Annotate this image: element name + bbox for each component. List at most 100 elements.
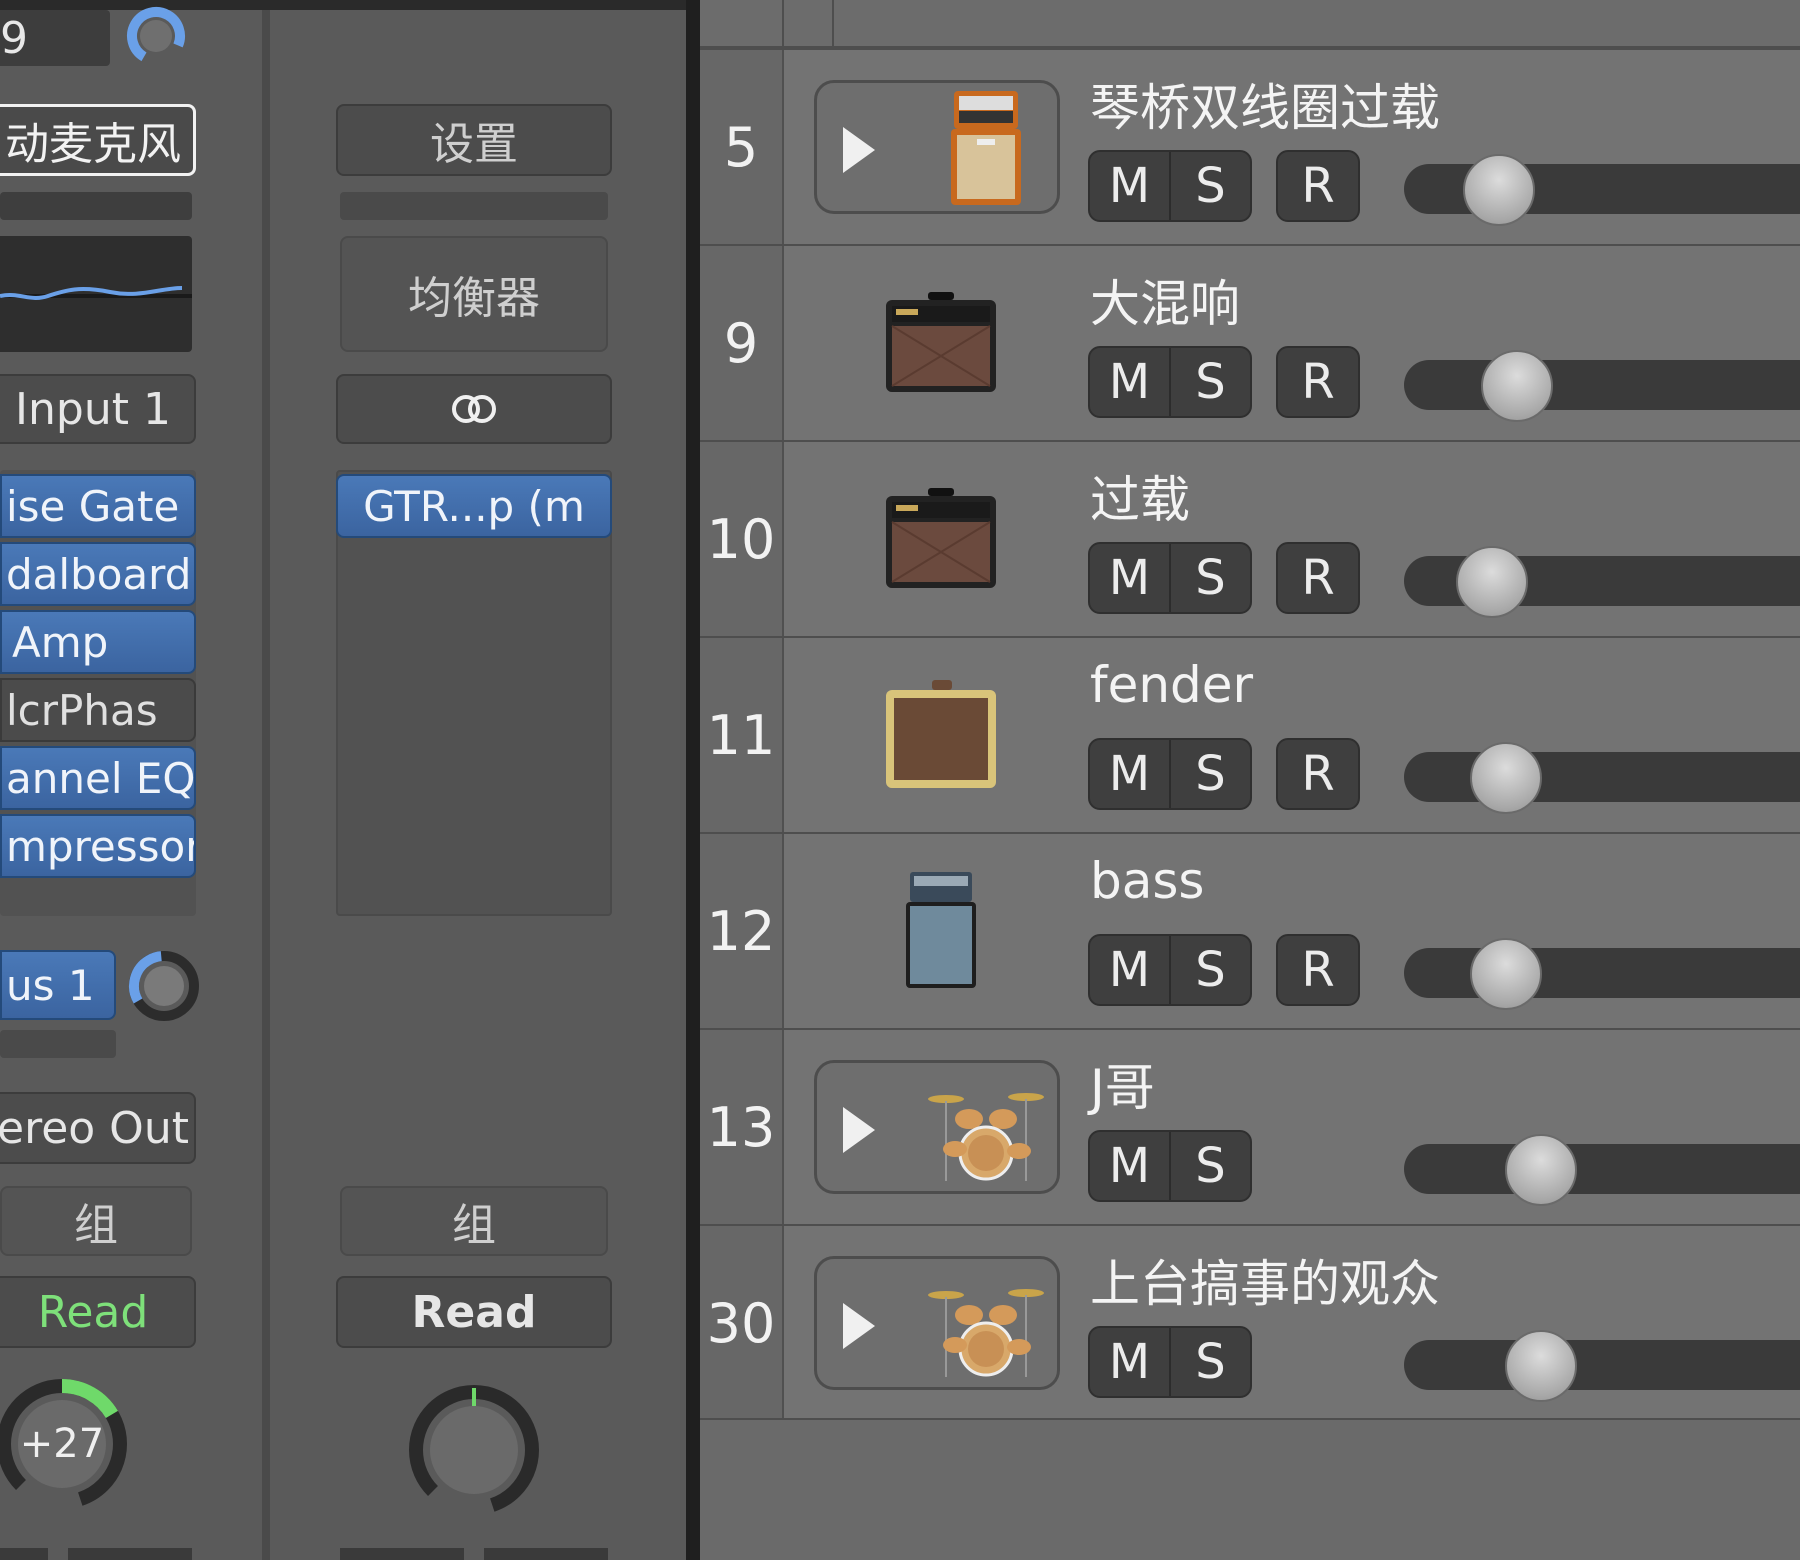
track-row[interactable]: 5 琴桥双线圈过载 M S R — [700, 48, 1800, 244]
stack-amp-icon — [921, 83, 1051, 213]
mute-button[interactable]: M — [1090, 740, 1171, 808]
solo-button[interactable]: S — [1171, 1132, 1250, 1200]
track-name[interactable]: fender — [1090, 656, 1253, 714]
mute-solo-group: M S — [1088, 1130, 1252, 1202]
channel-number[interactable]: 9 — [0, 10, 110, 66]
mute-button[interactable]: M — [1090, 1328, 1171, 1396]
eq-button[interactable]: 均衡器 — [340, 236, 608, 352]
automation-mode-button[interactable]: Read — [0, 1276, 196, 1348]
plugin-slot-channel-eq[interactable]: annel EQ — [0, 746, 196, 810]
track-row[interactable]: 9 大混响 M S R — [700, 244, 1800, 440]
track-row[interactable]: 11 fender M S R — [700, 636, 1800, 832]
solo-button[interactable]: S — [1171, 544, 1250, 612]
strip-divider — [262, 0, 270, 1560]
volume-fader-track[interactable] — [1404, 1340, 1800, 1390]
track-name[interactable]: 大混响 — [1090, 264, 1240, 336]
track-number[interactable]: 30 — [700, 1226, 784, 1420]
mute-button[interactable]: M — [1090, 936, 1171, 1004]
track-icon-box[interactable] — [814, 80, 1060, 214]
plugin-slot-gtr-amp[interactable]: GTR...p (m — [336, 474, 612, 538]
panel-divider[interactable] — [686, 0, 700, 1560]
track-number[interactable]: 11 — [700, 638, 784, 832]
track-icon-box[interactable] — [814, 1060, 1060, 1194]
record-enable-button[interactable]: R — [1276, 542, 1360, 614]
send-empty-slot[interactable] — [0, 1030, 116, 1058]
mute-button[interactable]: M — [1090, 544, 1171, 612]
output-button[interactable]: ereo Out — [0, 1092, 196, 1164]
send-level-knob[interactable] — [126, 948, 202, 1024]
mute-solo-group: M S — [1088, 934, 1252, 1006]
tweed-amp-icon[interactable] — [876, 668, 1006, 798]
track-header — [700, 0, 1800, 48]
track-row[interactable]: 13 J哥 M S — [700, 1028, 1800, 1224]
group-button[interactable]: 组 — [340, 1186, 608, 1256]
pan-knob[interactable]: +27 — [0, 1374, 132, 1514]
automation-mode-button[interactable]: Read — [336, 1276, 612, 1348]
track-number[interactable]: 10 — [700, 442, 784, 636]
track-row[interactable]: 12 bass M S R — [700, 832, 1800, 1028]
mute-button[interactable]: M — [1090, 348, 1171, 416]
track-name[interactable]: 琴桥双线圈过载 — [1090, 68, 1440, 140]
record-enable-button[interactable]: R — [1276, 934, 1360, 1006]
mute-button[interactable]: M — [1090, 152, 1171, 220]
record-enable-button[interactable]: R — [1276, 738, 1360, 810]
solo-button[interactable]: S — [1171, 1328, 1250, 1396]
record-enable-button[interactable]: R — [1276, 346, 1360, 418]
eq-thumbnail[interactable] — [0, 236, 192, 352]
input-device-button[interactable]: 动麦克风 — [0, 104, 196, 176]
track-name[interactable]: 过载 — [1090, 460, 1190, 532]
plugin-slot-microphaser[interactable]: lcrPhas — [0, 678, 196, 742]
bottom-button-stub[interactable] — [68, 1548, 192, 1560]
mute-solo-group: M S — [1088, 738, 1252, 810]
mute-button[interactable]: M — [1090, 1132, 1171, 1200]
volume-fader-track[interactable] — [1404, 752, 1800, 802]
solo-button[interactable]: S — [1171, 348, 1250, 416]
track-name[interactable]: bass — [1090, 852, 1204, 910]
stereo-link-button[interactable] — [336, 374, 612, 444]
track-number[interactable]: 12 — [700, 834, 784, 1028]
plugin-slot-pedalboard[interactable]: dalboard — [0, 542, 196, 606]
pan-knob[interactable] — [404, 1380, 544, 1520]
volume-fader-knob[interactable] — [1505, 1330, 1577, 1402]
track-row[interactable]: 10 过载 M S R — [700, 440, 1800, 636]
track-number[interactable]: 13 — [700, 1030, 784, 1224]
record-enable-button[interactable]: R — [1276, 150, 1360, 222]
plugin-slot-noise-gate[interactable]: ise Gate — [0, 474, 196, 538]
combo-amp-black-icon[interactable] — [876, 472, 1006, 602]
volume-fader-track[interactable] — [1404, 360, 1800, 410]
track-number[interactable]: 5 — [700, 50, 784, 244]
track-row[interactable]: 30 上台搞事的观众 M S — [700, 1224, 1800, 1420]
solo-button[interactable]: S — [1171, 740, 1250, 808]
bottom-button-stub[interactable] — [484, 1548, 608, 1560]
disclosure-triangle-icon[interactable] — [843, 1107, 875, 1153]
combo-amp-black-icon[interactable] — [876, 276, 1006, 406]
volume-fader-knob[interactable] — [1463, 154, 1535, 226]
volume-fader-knob[interactable] — [1470, 742, 1542, 814]
drum-kit-icon — [921, 1259, 1051, 1389]
input-gain-knob[interactable] — [120, 6, 192, 66]
volume-fader-knob[interactable] — [1470, 938, 1542, 1010]
volume-fader-knob[interactable] — [1456, 546, 1528, 618]
group-button[interactable]: 组 — [0, 1186, 192, 1256]
solo-button[interactable]: S — [1171, 152, 1250, 220]
bass-amp-icon[interactable] — [876, 864, 1006, 994]
volume-fader-track[interactable] — [1404, 948, 1800, 998]
send-slot-bus[interactable]: us 1 — [0, 950, 116, 1020]
input-button[interactable]: Input 1 — [0, 374, 196, 444]
volume-fader-knob[interactable] — [1505, 1134, 1577, 1206]
bottom-button-stub[interactable] — [0, 1548, 48, 1560]
disclosure-triangle-icon[interactable] — [843, 127, 875, 173]
meter-slot — [340, 192, 608, 220]
volume-fader-track[interactable] — [1404, 1144, 1800, 1194]
settings-button[interactable]: 设置 — [336, 104, 612, 176]
track-name[interactable]: 上台搞事的观众 — [1090, 1244, 1440, 1316]
plugin-slot-amp[interactable]: Amp — [0, 610, 196, 674]
plugin-slot-compressor[interactable]: mpressor — [0, 814, 196, 878]
volume-fader-knob[interactable] — [1481, 350, 1553, 422]
track-number[interactable]: 9 — [700, 246, 784, 440]
disclosure-triangle-icon[interactable] — [843, 1303, 875, 1349]
track-icon-box[interactable] — [814, 1256, 1060, 1390]
solo-button[interactable]: S — [1171, 936, 1250, 1004]
bottom-button-stub[interactable] — [340, 1548, 464, 1560]
track-name[interactable]: J哥 — [1090, 1048, 1155, 1120]
